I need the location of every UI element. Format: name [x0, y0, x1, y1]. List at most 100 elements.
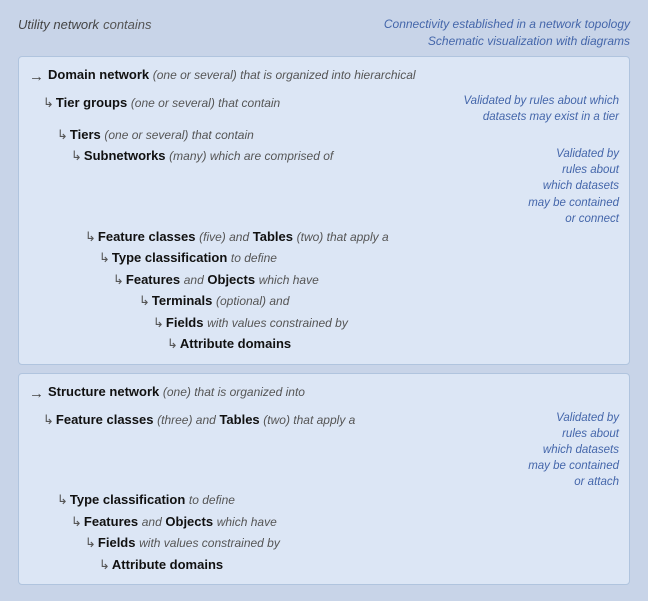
val-str-l1: Validated by	[528, 410, 619, 426]
structure-arrow: →	[29, 382, 44, 406]
utility-contains: contains	[103, 17, 151, 32]
validated-subnetworks-box: Validated by rules about which datasets …	[528, 146, 619, 226]
features-italic: and	[184, 273, 204, 287]
tier-groups-indent: ↳ Tier groups (one or several) that cont…	[43, 93, 280, 113]
fields-italic: with values constrained by	[207, 316, 348, 330]
tier-groups-arrow: ↳	[43, 93, 54, 113]
domain-arrow: →	[29, 65, 44, 89]
domain-title-label: Domain network (one or several) that is …	[48, 65, 416, 85]
connectivity-line1: Connectivity established in a network to…	[384, 16, 630, 33]
s-tables-text: Tables	[219, 412, 259, 427]
s-feature-classes-row: ↳ Feature classes (three) and Tables (tw…	[29, 410, 619, 490]
connectivity-line2: Schematic visualization with diagrams	[384, 33, 630, 50]
s-attr-domains-arrow: ↳	[99, 555, 110, 575]
tier-groups-text: Tier groups	[56, 95, 127, 110]
validated-tier-text: Validated by rules about which datasets …	[463, 95, 619, 123]
s-feature-classes-italic: (three) and	[157, 413, 216, 427]
connectivity-note: Connectivity established in a network to…	[384, 16, 630, 50]
s-fields-arrow: ↳	[85, 533, 96, 553]
utility-header: Utility network contains Connectivity es…	[18, 16, 630, 50]
feature-classes-arrow: ↳	[85, 227, 96, 247]
s-type-class-italic: to define	[189, 493, 235, 507]
utility-title: Utility network contains	[18, 16, 152, 33]
type-class-arrow: ↳	[99, 248, 110, 268]
fields-text: Fields	[166, 315, 204, 330]
structure-title-row: → Structure network (one) that is organi…	[29, 382, 619, 406]
structure-title-italic: (one) that is organized into	[163, 385, 305, 399]
attr-domains-text: Attribute domains	[180, 336, 291, 351]
s-feature-classes-arrow: ↳	[43, 410, 54, 430]
tiers-row: ↳ Tiers (one or several) that contain	[57, 125, 619, 145]
s-features-objects-row: ↳ Features and Objects which have	[71, 512, 619, 532]
s-features-italic: and	[142, 515, 162, 529]
tiers-italic: (one or several) that contain	[104, 128, 253, 142]
type-class-italic: to define	[231, 251, 277, 265]
attr-domains-label: Attribute domains	[180, 334, 291, 354]
utility-title-text: Utility network	[18, 17, 99, 32]
s-feature-classes-label: Feature classes (three) and Tables (two)…	[56, 410, 355, 430]
tier-groups-label: Tier groups (one or several) that contai…	[56, 93, 280, 113]
features-text: Features	[126, 272, 180, 287]
tables-text: Tables	[253, 229, 293, 244]
tier-groups-row: ↳ Tier groups (one or several) that cont…	[29, 93, 619, 125]
structure-title-label: Structure network (one) that is organize…	[48, 382, 305, 402]
tier-groups-italic: (one or several) that contain	[131, 96, 280, 110]
domain-title-italic: (one or several) that is organized into …	[153, 68, 416, 82]
subnetworks-row: ↳ Subnetworks (many) which are comprised…	[29, 146, 619, 226]
feature-classes-text: Feature classes	[98, 229, 196, 244]
subnetworks-indent: ↳ Subnetworks (many) which are comprised…	[71, 146, 333, 166]
feature-classes-label: Feature classes (five) and Tables (two) …	[98, 227, 389, 247]
s-fields-label: Fields with values constrained by	[98, 533, 280, 553]
terminals-text: Terminals	[152, 293, 212, 308]
s-features-objects-label: Features and Objects which have	[84, 512, 277, 532]
tiers-label: Tiers (one or several) that contain	[70, 125, 254, 145]
objects-italic: which have	[259, 273, 319, 287]
s-objects-italic: which have	[217, 515, 277, 529]
objects-text: Objects	[207, 272, 255, 287]
features-objects-row: ↳ Features and Objects which have	[113, 270, 619, 290]
val-sub-l4: may be contained	[528, 195, 619, 211]
feature-classes-row: ↳ Feature classes (five) and Tables (two…	[85, 227, 619, 247]
domain-title-text: Domain network	[48, 67, 149, 82]
type-class-row: ↳ Type classification to define	[99, 248, 619, 268]
s-attr-domains-row: ↳ Attribute domains	[99, 555, 619, 575]
structure-title-text: Structure network	[48, 384, 159, 399]
features-arrow: ↳	[113, 270, 124, 290]
domain-section: → Domain network (one or several) that i…	[18, 56, 630, 365]
terminals-italic: (optional) and	[216, 294, 289, 308]
terminals-row: ↳ Terminals (optional) and	[139, 291, 619, 311]
s-feature-classes-indent: ↳ Feature classes (three) and Tables (tw…	[43, 410, 355, 430]
tiers-arrow: ↳	[57, 125, 68, 145]
s-attr-domains-text: Attribute domains	[112, 557, 223, 572]
subnetworks-text: Subnetworks	[84, 148, 166, 163]
val-sub-l1: Validated by	[528, 146, 619, 162]
s-features-text: Features	[84, 514, 138, 529]
val-str-l4: may be contained	[528, 458, 619, 474]
s-fields-text: Fields	[98, 535, 136, 550]
subnetworks-arrow: ↳	[71, 146, 82, 166]
val-str-l5: or attach	[528, 474, 619, 490]
type-class-label: Type classification to define	[112, 248, 277, 268]
s-type-class-label: Type classification to define	[70, 490, 235, 510]
validated-tier-box: Validated by rules about which datasets …	[419, 93, 619, 125]
s-type-class-row: ↳ Type classification to define	[57, 490, 619, 510]
val-sub-l5: or connect	[528, 211, 619, 227]
s-fields-italic: with values constrained by	[139, 536, 280, 550]
tables-italic: (two) that apply a	[297, 230, 389, 244]
attr-domains-arrow: ↳	[167, 334, 178, 354]
s-attr-domains-label: Attribute domains	[112, 555, 223, 575]
val-str-l2: rules about	[528, 426, 619, 442]
val-sub-l3: which datasets	[528, 178, 619, 194]
domain-title-row: → Domain network (one or several) that i…	[29, 65, 619, 89]
s-type-class-text: Type classification	[70, 492, 185, 507]
attr-domains-row: ↳ Attribute domains	[167, 334, 619, 354]
structure-section: → Structure network (one) that is organi…	[18, 373, 630, 585]
val-sub-l2: rules about	[528, 162, 619, 178]
type-class-text: Type classification	[112, 250, 227, 265]
s-feature-classes-text: Feature classes	[56, 412, 154, 427]
terminals-label: Terminals (optional) and	[152, 291, 289, 311]
val-str-l3: which datasets	[528, 442, 619, 458]
fields-label: Fields with values constrained by	[166, 313, 348, 333]
features-objects-label: Features and Objects which have	[126, 270, 319, 290]
main-container: Utility network contains Connectivity es…	[10, 10, 638, 591]
